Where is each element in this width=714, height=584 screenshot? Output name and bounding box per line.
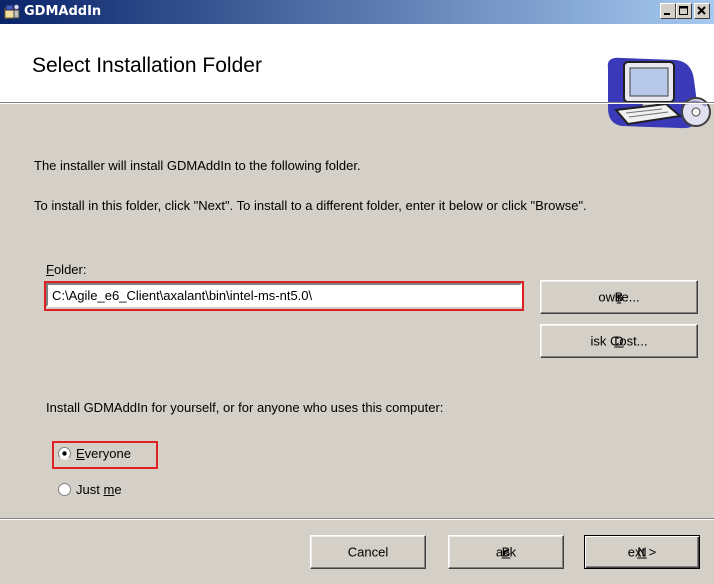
folder-label-mnemonic: F	[46, 262, 54, 277]
title-bar[interactable]: GDMAddIn	[0, 0, 714, 24]
folder-label-rest: older:	[53, 262, 87, 277]
header-banner: Select Installation Folder	[0, 24, 714, 129]
next-label-suffix: ext >	[627, 544, 657, 560]
just-me-label-suffix: e	[114, 482, 122, 497]
browse-label-suffix: owse...	[598, 289, 640, 305]
minimize-button[interactable]	[660, 3, 676, 19]
just-me-label[interactable]: Just me	[76, 482, 122, 497]
back-button[interactable]: < Back	[448, 535, 564, 569]
just-me-label-prefix: Just	[76, 482, 104, 497]
installer-app-icon	[4, 4, 20, 19]
header-separator	[0, 102, 714, 104]
just-me-radio[interactable]	[58, 483, 71, 496]
computer-setup-icon	[607, 57, 711, 129]
everyone-highlight-box	[52, 441, 158, 469]
close-icon	[697, 6, 706, 15]
disk-cost-label-suffix: isk Cost...	[590, 333, 648, 349]
install-for-text: Install GDMAddIn for yourself, or for an…	[46, 400, 444, 415]
close-button[interactable]	[694, 3, 710, 19]
minimize-icon	[664, 13, 670, 15]
cancel-button[interactable]: Cancel	[310, 535, 426, 569]
just-me-label-mnemonic: m	[103, 482, 115, 497]
window-title: GDMAddIn	[24, 4, 102, 19]
browse-button[interactable]: Br owse...	[540, 280, 698, 314]
maximize-button[interactable]	[676, 3, 692, 19]
footer-separator	[0, 518, 714, 520]
installer-window: GDMAddIn Select Installation Folder The …	[0, 0, 714, 584]
cancel-label: Cancel	[347, 544, 389, 560]
next-button[interactable]: Next >	[584, 535, 700, 569]
intro-text: The installer will install GDMAddIn to t…	[34, 158, 361, 173]
folder-label: Folder:	[46, 262, 86, 277]
disk-cost-button[interactable]: Disk Cost...	[540, 324, 698, 358]
instructions-text: To install in this folder, click "Next".…	[34, 198, 587, 213]
maximize-icon	[679, 6, 688, 15]
page-title: Select Installation Folder	[32, 54, 262, 77]
folder-highlight-box	[44, 281, 524, 311]
back-label-suffix: ack	[495, 544, 517, 560]
